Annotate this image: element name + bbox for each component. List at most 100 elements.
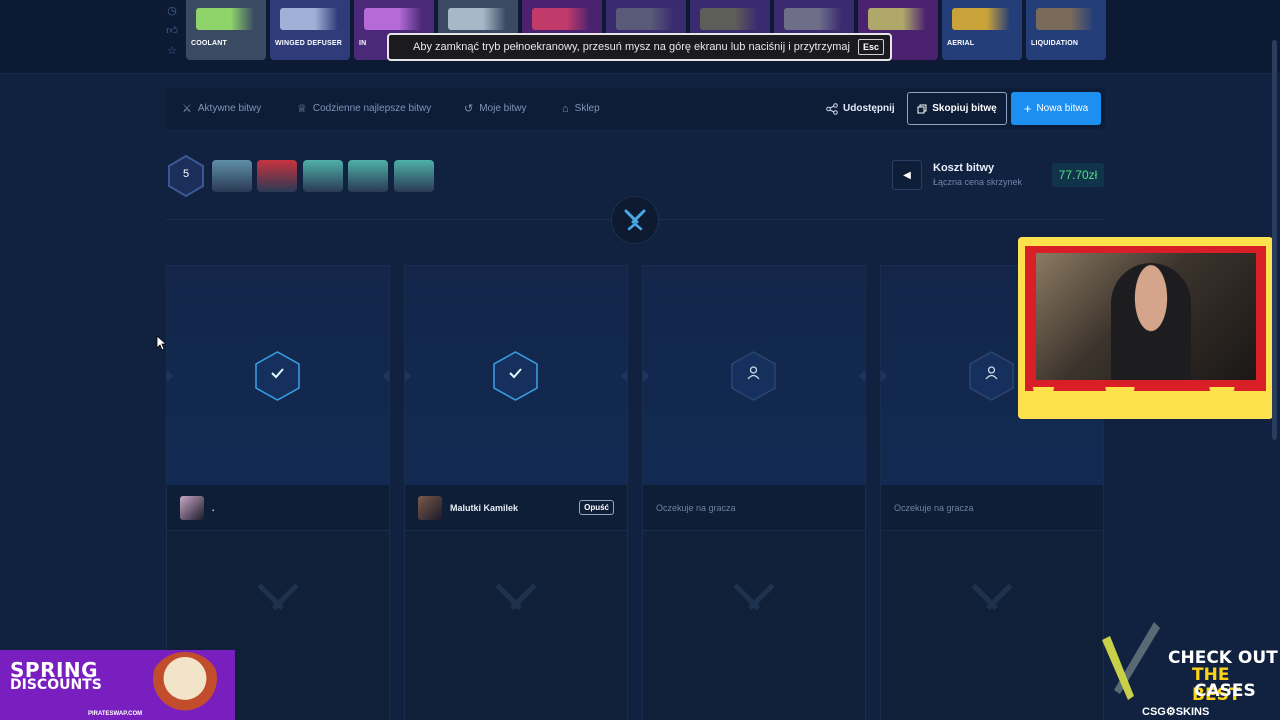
skin-image xyxy=(784,8,842,30)
mouse-cursor-icon xyxy=(156,335,166,351)
battle-cost-subtitle: Łączna cena skrzynek xyxy=(933,177,1023,187)
live-drop-item[interactable]: COOLANT xyxy=(186,0,266,60)
skin-name: WINGED DEFUSER xyxy=(275,40,342,47)
skin-image xyxy=(280,8,338,30)
nav-my-battles[interactable]: ↺ Moje bitwy xyxy=(464,88,526,129)
nav-daily-top-battles[interactable]: ♕ Codzienne najlepsze bitwy xyxy=(297,88,431,129)
skin-name: LIQUIDATION xyxy=(1031,40,1079,47)
player-slot: Malutki Kamilek Opuść xyxy=(404,265,628,720)
player-arena xyxy=(167,266,389,485)
player-avatar xyxy=(180,495,204,520)
nav-label: Codzienne najlepsze bitwy xyxy=(312,103,432,114)
case-icon[interactable] xyxy=(212,160,252,192)
skin-name: COOLANT xyxy=(191,40,228,47)
toast-text: Aby zamknąć tryb pełnoekranowy, przesuń … xyxy=(413,41,850,53)
arrow-right-icon xyxy=(859,370,865,382)
skin-image xyxy=(448,8,506,30)
crossed-swords-icon xyxy=(971,583,1013,611)
live-drops-filters: ◷ 👍︎ ☆ xyxy=(160,0,184,60)
ready-check-icon xyxy=(493,351,538,401)
arrow-left-icon xyxy=(405,370,411,382)
skin-image xyxy=(868,8,926,30)
share-icon xyxy=(826,102,838,115)
waiting-user-icon xyxy=(731,351,776,401)
case-icon[interactable] xyxy=(348,160,388,192)
copy-icon xyxy=(917,104,927,113)
player-info-bar: Oczekuje na gracza xyxy=(881,485,1103,531)
trophy-icon: ♕ xyxy=(297,103,307,115)
clock-icon[interactable]: ◷ xyxy=(167,4,177,17)
leave-button[interactable]: Opuść xyxy=(579,500,614,515)
nav-active-battles[interactable]: ⚔ Aktywne bitwy xyxy=(182,88,261,129)
crossed-swords-icon xyxy=(257,583,299,611)
player-info-bar: . xyxy=(167,485,389,531)
new-battle-button[interactable]: + Nowa bitwa xyxy=(1011,92,1101,125)
copy-battle-button[interactable]: Skopiuj bitwę xyxy=(907,92,1007,125)
skin-image xyxy=(196,8,254,30)
player-slot: Oczekuje na gracza xyxy=(642,265,866,720)
arrow-right-icon xyxy=(383,370,389,382)
crossed-swords-icon xyxy=(733,583,775,611)
skin-image xyxy=(952,8,1010,30)
swords-icon: ⚔ xyxy=(182,103,192,115)
webcam-video xyxy=(1036,253,1256,380)
waiting-user-icon xyxy=(969,351,1014,401)
crossed-swords-icon xyxy=(611,196,659,244)
rounds-count-badge: 5 xyxy=(166,154,206,198)
battle-nav-bar: ⚔ Aktywne bitwy ♕ Codzienne najlepsze bi… xyxy=(166,88,1105,129)
ready-check-icon xyxy=(255,351,300,401)
speaker-icon: ◀ xyxy=(903,169,911,181)
share-label: Udostępnij xyxy=(843,103,895,114)
battle-cost-value: 77.70zł xyxy=(1052,163,1104,187)
waiting-label: Oczekuje na gracza xyxy=(894,502,974,513)
crossed-swords-icon xyxy=(495,583,537,611)
case-icon[interactable] xyxy=(303,160,343,192)
player-arena xyxy=(405,266,627,485)
csgoskins-ad-banner[interactable]: CHECK OUT THE BEST CASES CSG⚙SKINS xyxy=(1074,615,1280,720)
ad-line-3: CASES xyxy=(1194,681,1256,701)
nav-shop[interactable]: ⌂ Sklep xyxy=(562,88,600,129)
arrow-left-icon xyxy=(167,370,173,382)
new-label: Nowa bitwa xyxy=(1036,103,1089,114)
history-icon: ↺ xyxy=(464,103,474,115)
player-arena xyxy=(643,266,865,485)
skin-image xyxy=(700,8,758,30)
share-button[interactable]: Udostępnij xyxy=(826,88,895,129)
player-name: . xyxy=(212,502,215,513)
rounds-count: 5 xyxy=(182,168,190,180)
live-drop-item[interactable]: WINGED DEFUSER xyxy=(270,0,350,60)
ad-brand: CSG⚙SKINS xyxy=(1142,706,1210,718)
cost-toggle-button[interactable]: ◀ xyxy=(892,160,922,190)
skin-name: IN xyxy=(359,40,367,47)
battle-cost-title: Koszt bitwy xyxy=(933,162,995,174)
pirateswap-ad-banner[interactable]: SPRING DISCOUNTS PIRATESWAP.COM xyxy=(0,650,235,720)
thumb-icon[interactable]: 👍︎ xyxy=(166,24,178,37)
basket-icon: ⌂ xyxy=(562,102,569,115)
copy-label: Skopiuj bitwę xyxy=(932,103,997,114)
arrow-right-icon xyxy=(621,370,627,382)
esc-key-badge: Esc xyxy=(857,39,884,55)
fullscreen-toast: Aby zamknąć tryb pełnoekranowy, przesuń … xyxy=(387,33,892,61)
player-info-bar: Malutki Kamilek Opuść xyxy=(405,485,627,531)
arrow-left-icon xyxy=(643,370,649,382)
case-icon[interactable] xyxy=(394,160,434,192)
mascot-image xyxy=(150,652,220,718)
arrow-left-icon xyxy=(881,370,887,382)
page-scrollbar[interactable] xyxy=(1272,40,1277,440)
nav-label: Sklep xyxy=(574,103,600,114)
case-icon[interactable] xyxy=(257,160,297,192)
live-drop-item[interactable]: LIQUIDATION xyxy=(1026,0,1106,60)
streamer-webcam xyxy=(1018,237,1273,419)
knife-weapon-icon xyxy=(1102,622,1160,700)
streamer-figure xyxy=(1111,263,1191,380)
ad-site: PIRATESWAP.COM xyxy=(88,711,143,717)
ad-line-2: DISCOUNTS xyxy=(10,677,102,693)
skin-image xyxy=(616,8,674,30)
player-avatar xyxy=(418,495,442,520)
skin-image xyxy=(532,8,590,30)
live-drop-item[interactable]: AERIAL xyxy=(942,0,1022,60)
player-name: Malutki Kamilek xyxy=(450,502,519,513)
star-icon[interactable]: ☆ xyxy=(167,44,177,57)
plus-icon: + xyxy=(1023,101,1032,116)
skin-image xyxy=(1036,8,1094,30)
